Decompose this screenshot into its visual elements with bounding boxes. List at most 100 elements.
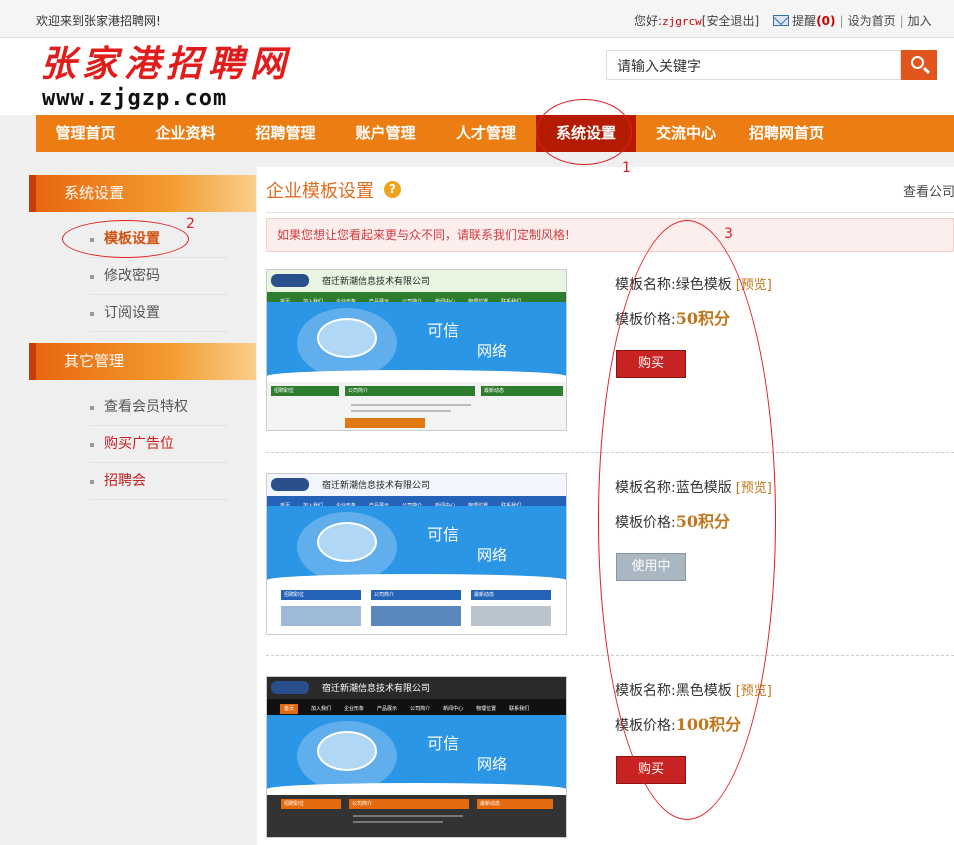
thumb-photo <box>371 606 461 626</box>
thumb-box-title: 招聘职位 <box>271 386 339 396</box>
thumb-box-title: 公司简介 <box>345 386 475 396</box>
nav-item-recruitment[interactable]: 招聘管理 <box>236 115 335 152</box>
sidebar-item-member-privileges[interactable]: 查看会员特权 <box>90 389 228 426</box>
nav-item-exchange[interactable]: 交流中心 <box>636 115 736 152</box>
thumb-nav-item: 公司简介 <box>410 706 431 712</box>
thumb-nav-item: 物理位置 <box>476 706 497 712</box>
thumb-slogan: 网络 <box>477 342 508 360</box>
annotation-number: 2 <box>186 216 195 232</box>
view-company-link[interactable]: 查看公司 <box>903 181 954 200</box>
thumb-cloud-image <box>267 783 566 795</box>
thumb-photo <box>471 606 551 626</box>
main-nav: 管理首页 企业资料 招聘管理 账户管理 人才管理 系统设置 交流中心 招聘网首页 <box>36 115 954 152</box>
thumb-banner: 可信 网络 <box>267 302 566 382</box>
search-input[interactable]: 请输入关键字 <box>606 50 901 80</box>
thumb-nav: 首页加入我们企业形象产品展示公司简介新闻中心物理位置联系我们 <box>267 292 566 305</box>
thumb-header: 宿迁新潮信息技术有限公司 <box>267 270 566 292</box>
thumb-company-name: 宿迁新潮信息技术有限公司 <box>322 481 431 491</box>
thumb-photo <box>281 606 361 626</box>
divider: | <box>899 14 904 28</box>
thumb-text-line <box>351 404 471 406</box>
remind-link[interactable]: 提醒 <box>792 14 816 28</box>
mail-icon <box>773 15 790 26</box>
thumb-content: 招聘职位 公司简介 最新动态 <box>267 382 566 430</box>
thumb-slogan: 可信 <box>427 734 460 753</box>
nav-item-talent[interactable]: 人才管理 <box>436 115 536 152</box>
thumb-logo-icon <box>271 681 309 694</box>
thumb-text-line <box>353 821 443 823</box>
thumb-logo-icon <box>271 478 309 491</box>
thumb-nav: 首页加入我们企业形象产品展示公司简介新闻中心物理位置联系我们 <box>267 496 566 509</box>
thumb-text-line <box>353 815 463 817</box>
annotation-ellipse <box>536 99 632 165</box>
thumb-company-name: 宿迁新潮信息技术有限公司 <box>322 277 431 287</box>
thumb-nav-item: 联系我们 <box>509 706 530 712</box>
thumb-magnifier-image <box>317 731 377 771</box>
thumb-magnifier-image <box>317 318 377 358</box>
thumb-nav-item: 新闻中心 <box>443 706 464 712</box>
sidebar-item-buy-ad[interactable]: 购买广告位 <box>90 426 228 463</box>
thumb-box-bar <box>345 418 425 428</box>
sidebar-item-change-password[interactable]: 修改密码 <box>90 258 228 295</box>
thumb-slogan: 可信 <box>427 321 460 340</box>
top-bar: 欢迎来到张家港招聘网! 您好:zjgrcw[安全退出] 提醒(0) | 设为首页 | 加入 <box>0 0 954 38</box>
nav-item-account[interactable]: 账户管理 <box>335 115 436 152</box>
thumb-box-title: 最新动态 <box>477 799 553 809</box>
thumb-nav: 首页 加入我们 企业形象 产品展示 公司简介 新闻中心 物理位置 联系我们 <box>267 699 566 715</box>
divider <box>266 212 954 213</box>
sidebar-item-subscription[interactable]: 订阅设置 <box>90 295 228 332</box>
logout-link[interactable]: [安全退出] <box>702 14 759 28</box>
annotation-number: 1 <box>622 160 631 176</box>
search-icon <box>911 56 924 69</box>
annotation-ellipse <box>598 220 776 820</box>
thumb-header: 宿迁新潮信息技术有限公司 <box>267 677 566 699</box>
thumb-magnifier-image <box>317 522 377 562</box>
sidebar-item-job-fair[interactable]: 招聘会 <box>90 463 228 500</box>
nav-item-site-home[interactable]: 招聘网首页 <box>736 115 837 152</box>
thumb-header: 宿迁新潮信息技术有限公司 <box>267 474 566 496</box>
sidebar-group-system: 系统设置 <box>29 175 256 212</box>
thumb-box-title: 招聘职位 <box>281 799 341 809</box>
nav-item-company-profile[interactable]: 企业资料 <box>135 115 236 152</box>
thumb-box-title: 公司简介 <box>371 590 461 600</box>
thumb-nav-item: 企业形象 <box>344 706 365 712</box>
nav-item-home[interactable]: 管理首页 <box>36 115 135 152</box>
search-button[interactable] <box>901 50 937 80</box>
site-logo[interactable]: 张家港招聘网 <box>40 44 292 84</box>
add-favorite-link[interactable]: 加入 <box>908 14 932 28</box>
thumb-logo-icon <box>271 274 309 287</box>
welcome-text: 欢迎来到张家港招聘网! <box>36 14 161 28</box>
thumb-banner: 可信 网络 <box>267 506 566 586</box>
divider: | <box>839 14 844 28</box>
template-thumbnail-blue[interactable]: 宿迁新潮信息技术有限公司 首页加入我们企业形象产品展示公司简介新闻中心物理位置联… <box>266 473 567 635</box>
thumb-box-title: 最新动态 <box>471 590 551 600</box>
site-header: 张家港招聘网 www.zjgzp.com 请输入关键字 <box>0 38 954 115</box>
template-thumbnail-green[interactable]: 宿迁新潮信息技术有限公司 首页加入我们企业形象产品展示公司简介新闻中心物理位置联… <box>266 269 567 431</box>
thumb-nav-item: 产品展示 <box>377 706 398 712</box>
thumb-slogan: 网络 <box>477 546 508 564</box>
thumb-text-line <box>351 410 451 412</box>
thumb-cloud-image <box>267 574 566 586</box>
help-icon[interactable]: ? <box>384 181 401 198</box>
search-icon-handle <box>922 66 931 75</box>
thumb-nav-item: 加入我们 <box>311 706 332 712</box>
thumb-content: 招聘职位 公司简介 最新动态 <box>267 795 566 837</box>
template-thumbnail-black[interactable]: 宿迁新潮信息技术有限公司 首页 加入我们 企业形象 产品展示 公司简介 新闻中心 物理位置联… <box>266 676 567 838</box>
sidebar-group-other: 其它管理 <box>29 343 256 380</box>
page-title: 企业模板设置 <box>266 181 374 202</box>
thumb-slogan: 网络 <box>477 755 508 773</box>
thumb-banner: 可信 网络 <box>267 715 566 795</box>
annotation-ellipse <box>62 220 189 258</box>
site-url-logo: www.zjgzp.com <box>42 86 228 111</box>
greeting-label: 您好: <box>634 14 663 28</box>
thumb-slogan: 可信 <box>427 525 460 544</box>
thumb-nav-item: 首页 <box>280 704 299 714</box>
set-home-link[interactable]: 设为首页 <box>848 14 896 28</box>
thumb-box-title: 公司简介 <box>349 799 469 809</box>
username-link[interactable]: zjgrcw <box>662 15 702 28</box>
thumb-box-title: 最新动态 <box>481 386 563 396</box>
thumb-content: 招聘职位 公司简介 最新动态 <box>267 586 566 634</box>
annotation-number: 3 <box>724 226 733 242</box>
thumb-box-title: 招聘职位 <box>281 590 361 600</box>
sidebar: 系统设置 模板设置 修改密码 订阅设置 其它管理 查看会员特权 购买广告位 招聘… <box>29 167 257 845</box>
